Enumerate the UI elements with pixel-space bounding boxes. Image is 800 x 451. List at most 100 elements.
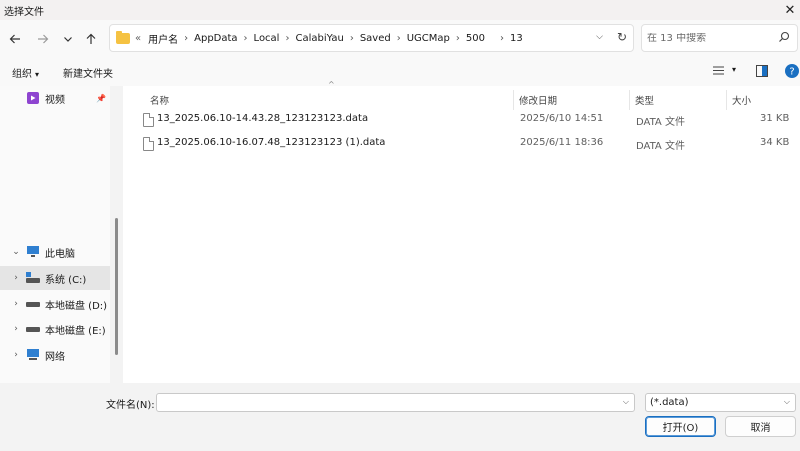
column-divider[interactable] — [513, 90, 514, 110]
breadcrumb-item[interactable]: CalabiYau — [292, 33, 346, 44]
window-title: 选择文件 — [4, 6, 44, 18]
chevron-right-icon[interactable]: › — [181, 33, 191, 44]
cancel-button[interactable]: 取消 — [725, 416, 796, 437]
sidebar-scrollbar[interactable] — [115, 218, 118, 355]
sidebar-item-label: 本地磁盘 (E:) — [45, 325, 106, 337]
preview-pane-icon[interactable] — [756, 65, 768, 77]
drive-icon — [26, 302, 40, 307]
breadcrumb-item[interactable]: AppData — [191, 33, 240, 44]
refresh-icon[interactable]: ↻ — [617, 30, 627, 44]
sidebar-item-label: 网络 — [45, 351, 65, 363]
filename-field[interactable]: ⌵ — [156, 393, 635, 412]
file-date: 2025/6/11 18:36 — [520, 137, 604, 148]
breadcrumb-item[interactable]: 500 — [463, 33, 488, 44]
file-type-value: (*.data) — [650, 397, 689, 408]
dialog-footer: 文件名(N): ⌵ (*.data) ⌵ 打开(O) 取消 — [0, 383, 800, 451]
breadcrumb-item[interactable]: Saved — [357, 33, 394, 44]
sidebar-item-this-pc[interactable]: ⌄ 此电脑 — [0, 240, 110, 264]
sidebar-item-label: 视频 — [45, 94, 65, 106]
file-date: 2025/6/10 14:51 — [520, 113, 604, 124]
chevron-right-icon[interactable]: › — [394, 33, 404, 44]
file-type-select[interactable]: (*.data) ⌵ — [645, 393, 796, 412]
chevron-right-icon[interactable]: › — [241, 33, 251, 44]
search-box[interactable] — [641, 24, 798, 52]
breadcrumb: 用户名 › AppData › Local › CalabiYau › Save… — [145, 31, 526, 46]
file-name: 13_2025.06.10-16.07.48_123123123 (1).dat… — [157, 137, 386, 148]
chevron-down-icon[interactable]: ⌵ — [784, 397, 790, 407]
filename-input[interactable] — [161, 394, 611, 411]
forward-button[interactable] — [33, 29, 53, 49]
command-bar: 组织 ▾ 新建文件夹 ▾ ? — [0, 58, 800, 86]
arrow-right-icon — [38, 34, 49, 44]
sidebar-item-videos[interactable]: 视频 📌 — [0, 86, 110, 110]
svg-text:?: ? — [789, 67, 794, 78]
chevron-right-icon[interactable]: › — [488, 33, 507, 44]
search-input[interactable] — [647, 32, 772, 44]
address-bar[interactable]: « 用户名 › AppData › Local › CalabiYau › Sa… — [109, 24, 634, 52]
chevron-right-icon[interactable]: › — [10, 273, 22, 283]
table-row[interactable]: 13_2025.06.10-16.07.48_123123123 (1).dat… — [133, 132, 800, 156]
file-icon — [143, 113, 154, 127]
file-icon — [143, 137, 154, 151]
chevron-right-icon[interactable]: › — [347, 33, 357, 44]
sort-ascending-icon: ^ — [328, 80, 335, 89]
view-options-icon[interactable]: ▾ — [732, 65, 736, 74]
open-button[interactable]: 打开(O) — [645, 416, 716, 437]
video-folder-icon — [27, 92, 39, 104]
table-row[interactable]: 13_2025.06.10-14.43.28_123123123.data 20… — [133, 108, 800, 132]
file-type: DATA 文件 — [636, 117, 685, 128]
column-header-date[interactable]: 修改日期 — [519, 90, 557, 110]
breadcrumb-item[interactable]: UGCMap — [404, 33, 453, 44]
recent-locations-button[interactable] — [58, 29, 78, 49]
view-list-icon[interactable] — [713, 65, 724, 76]
navigation-bar: « 用户名 › AppData › Local › CalabiYau › Sa… — [0, 20, 800, 58]
file-list: ^ 名称 修改日期 类型 大小 13_2025.06.10-14.43.28_1… — [123, 80, 800, 383]
column-header-type[interactable]: 类型 — [635, 90, 654, 110]
column-divider[interactable] — [726, 90, 727, 110]
sidebar-item-label: 本地磁盘 (D:) — [45, 300, 108, 312]
search-icon[interactable] — [778, 31, 790, 43]
breadcrumb-item[interactable]: Local — [251, 33, 283, 44]
caret-down-icon: ▾ — [35, 70, 40, 79]
network-icon — [27, 349, 39, 360]
new-folder-button[interactable]: 新建文件夹 — [63, 65, 113, 80]
arrow-left-icon — [9, 34, 20, 44]
sidebar-item-drive-e[interactable]: › 本地磁盘 (E:) — [0, 317, 110, 341]
column-header-size[interactable]: 大小 — [732, 90, 751, 110]
computer-icon — [27, 246, 39, 257]
breadcrumb-overflow[interactable]: « — [135, 33, 141, 44]
sidebar-item-drive-c[interactable]: › 系统 (C:) — [0, 266, 110, 290]
sidebar-item-drive-d[interactable]: › 本地磁盘 (D:) — [0, 292, 110, 316]
back-button[interactable] — [5, 29, 25, 49]
drive-icon — [26, 327, 40, 332]
chevron-down-icon[interactable]: ⌵ — [623, 397, 629, 407]
column-divider[interactable] — [629, 90, 630, 110]
close-icon[interactable]: ✕ — [780, 0, 800, 20]
help-icon[interactable]: ? — [785, 64, 799, 78]
breadcrumb-item-current[interactable]: 13 — [507, 33, 526, 44]
chevron-right-icon[interactable]: › — [282, 33, 292, 44]
filename-label: 文件名(N): — [106, 400, 155, 411]
sidebar-item-label: 此电脑 — [45, 248, 75, 260]
chevron-down-icon[interactable]: ⌄ — [10, 247, 22, 257]
chevron-right-icon[interactable]: › — [10, 299, 22, 309]
pin-icon[interactable]: 📌 — [96, 94, 106, 103]
file-size: 34 KB — [760, 137, 790, 148]
organize-label: 组织 — [12, 69, 32, 80]
chevron-right-icon[interactable]: › — [453, 33, 463, 44]
address-history-icon[interactable]: ⌵ — [596, 32, 603, 42]
sidebar-item-label: 系统 (C:) — [45, 274, 87, 286]
title-bar: 选择文件 ✕ — [0, 0, 800, 20]
drive-icon — [26, 272, 40, 283]
up-button[interactable] — [81, 29, 101, 49]
file-name: 13_2025.06.10-14.43.28_123123123.data — [157, 113, 369, 124]
file-size: 31 KB — [760, 113, 790, 124]
sidebar-item-network[interactable]: › 网络 — [0, 343, 110, 367]
breadcrumb-item[interactable]: 用户名 — [145, 31, 181, 46]
chevron-right-icon[interactable]: › — [10, 324, 22, 334]
arrow-up-icon — [86, 33, 96, 44]
organize-button[interactable]: 组织 ▾ — [12, 65, 39, 80]
navigation-pane: 视频 📌 ⌄ 此电脑 › 系统 (C:) › 本地磁盘 (D:) › 本地磁盘 … — [0, 86, 110, 383]
column-header-name[interactable]: 名称 — [150, 90, 169, 110]
chevron-right-icon[interactable]: › — [10, 350, 22, 360]
